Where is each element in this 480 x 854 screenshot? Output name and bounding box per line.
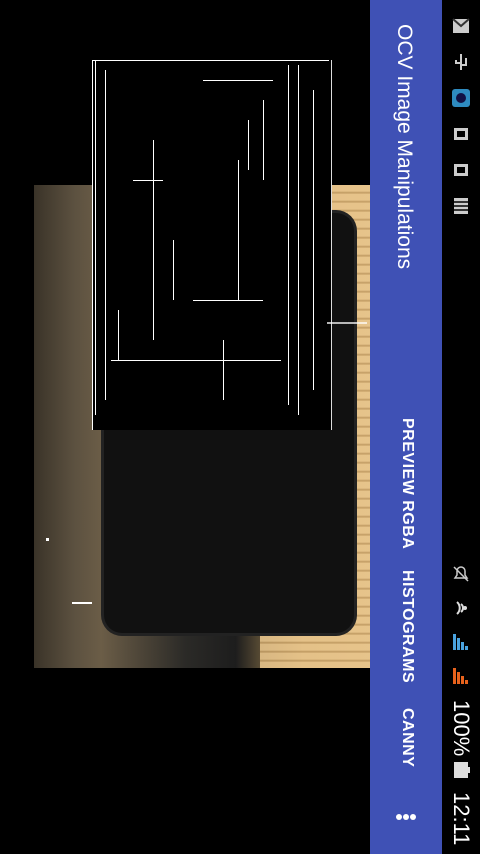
more-vert-icon[interactable] bbox=[396, 812, 416, 822]
camera-view bbox=[0, 0, 370, 854]
gmail-icon bbox=[452, 18, 470, 33]
canny-edge-overlay bbox=[92, 60, 332, 430]
battery-icon bbox=[454, 762, 470, 778]
menu-preview-rgba[interactable]: PREVIEW RGBA bbox=[398, 418, 416, 549]
storage-icon bbox=[454, 198, 468, 214]
signal-icon bbox=[453, 634, 468, 650]
mute-icon bbox=[453, 566, 469, 582]
battery-percentage: 100% bbox=[449, 700, 474, 757]
cast-icon bbox=[454, 164, 468, 176]
clock: 12:11 bbox=[449, 792, 474, 846]
app-icon bbox=[452, 89, 470, 107]
signal-icon bbox=[453, 668, 468, 684]
usb-icon bbox=[455, 54, 467, 70]
cast-icon bbox=[454, 128, 468, 140]
wifi-icon bbox=[456, 601, 467, 615]
app-title: OCV Image Manipulations bbox=[393, 24, 416, 270]
menu-histograms[interactable]: HISTOGRAMS bbox=[398, 570, 416, 683]
menu-canny[interactable]: CANNY bbox=[398, 708, 416, 767]
